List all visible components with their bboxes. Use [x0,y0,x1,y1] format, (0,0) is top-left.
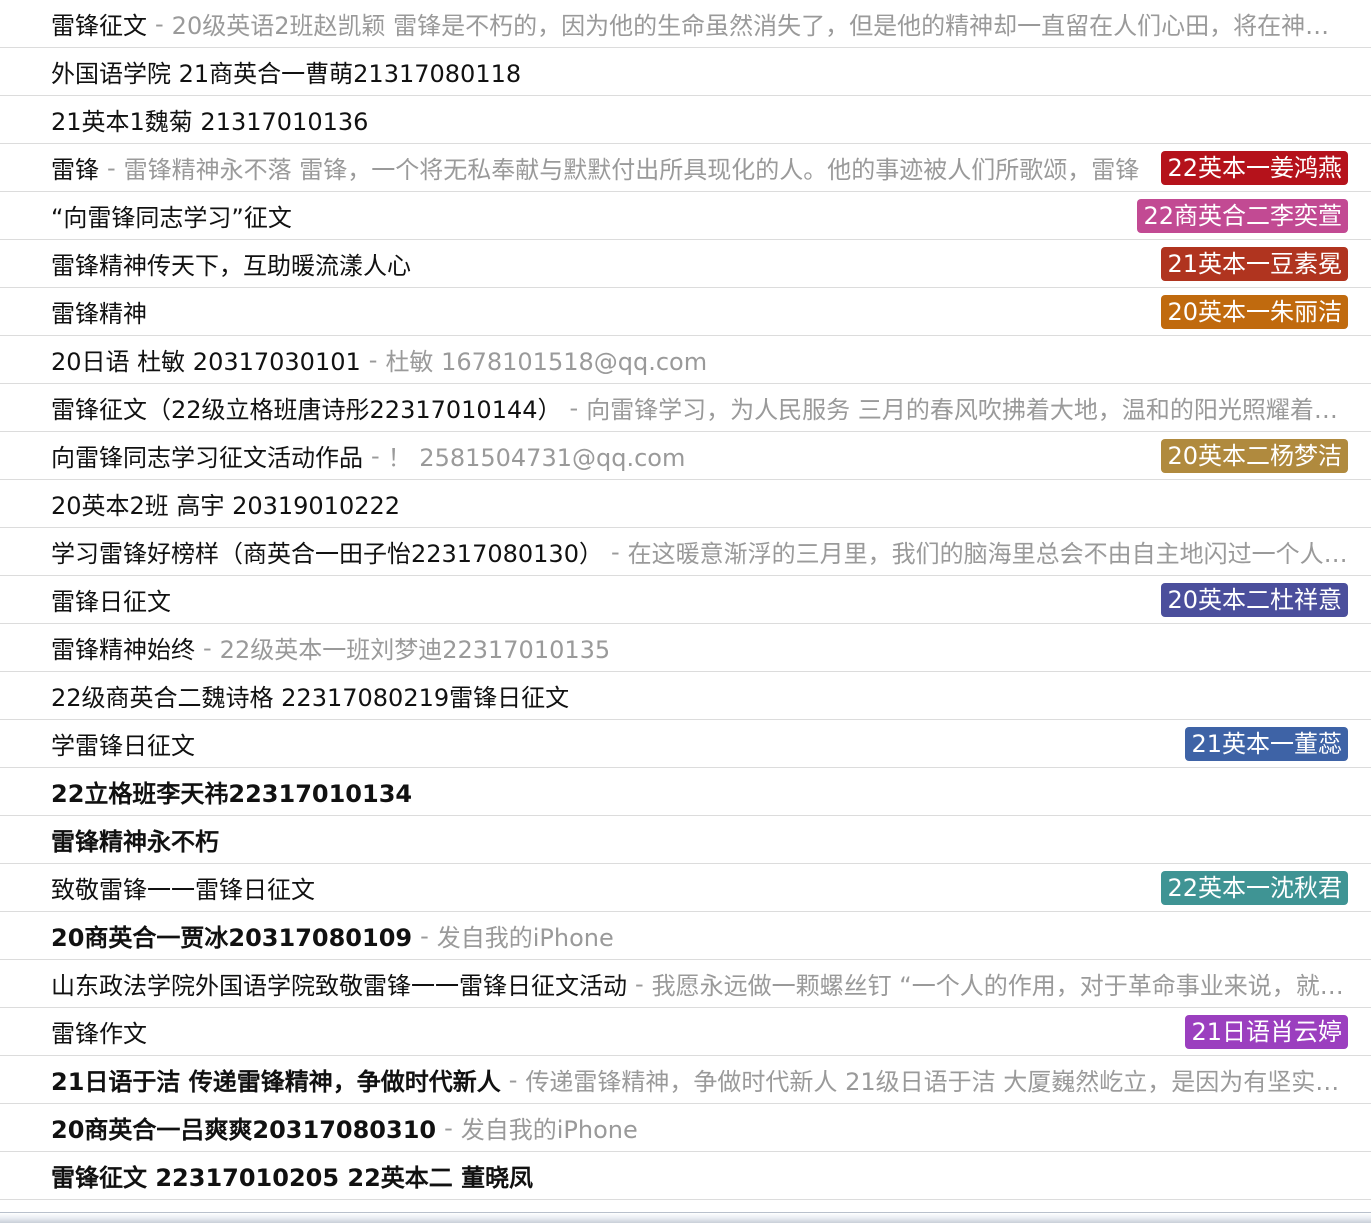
mail-row[interactable]: 22立格班李天祎22317010134 [0,768,1371,816]
mail-subject: 雷锋征文（22级立格班唐诗彤22317010144） [51,396,562,424]
mail-row[interactable]: 20日语 杜敏 20317030101- 杜敏 1678101518@qq.com [0,336,1371,384]
snippet-separator: - [155,9,164,38]
mail-snippet: ！ 2581504731@qq.com [387,444,686,472]
snippet-separator: - [371,441,380,470]
mail-row[interactable]: 雷锋征文（22级立格班唐诗彤22317010144） - 向雷锋学习，为人民服务 三… [0,384,1371,432]
mail-subject: “向雷锋同志学习”征文 [51,204,292,232]
mail-row[interactable]: 雷锋征文 -20级英语2班赵凯颖 雷锋是不朽的，因为他的生命虽然消失了，但是他的精… [0,0,1371,48]
mail-row[interactable]: “向雷锋同志学习”征文 22商英合二李奕萱 [0,192,1371,240]
mail-tag[interactable]: 22商英合二李奕萱 [1137,199,1348,233]
mail-subject: 学雷锋日征文 [51,732,195,760]
mail-subject: 致敬雷锋一一雷锋日征文 [51,876,315,904]
mail-snippet: 杜敏 1678101518@qq.com [385,348,708,376]
mail-tag[interactable]: 20英本一朱丽洁 [1161,295,1348,329]
mail-tag[interactable]: 20英本二杜祥意 [1161,583,1348,617]
snippet-separator: - [635,969,644,998]
mail-snippet: 向雷锋学习，为人民服务 三月的春风吹拂着大地，温和的阳光照耀着大地 [586,396,1351,424]
mail-tag[interactable]: 22英本一沈秋君 [1161,871,1348,905]
mail-subject: 雷锋精神 [51,300,147,328]
mail-subject: 21日语于洁 传递雷锋精神，争做时代新人 [51,1068,501,1096]
mail-snippet: 20级英语2班赵凯颖 雷锋是不朽的，因为他的生命虽然消失了，但是他的精神却一直留… [171,12,1351,40]
mail-row[interactable]: 山东政法学院外国语学院致敬雷锋一一雷锋日征文活动 - 我愿永远做一颗螺丝钉 “一个人… [0,960,1371,1008]
snippet-separator: - [444,1113,453,1142]
mail-subject: 学习雷锋好榜样（商英合一田子怡22317080130） [51,540,603,568]
mail-subject: 雷锋精神传天下，互助暖流漾人心 [51,252,411,280]
snippet-separator: - [508,1065,518,1094]
mail-row[interactable]: 21日语于洁 传递雷锋精神，争做时代新人 - 传递雷锋精神，争做时代新人 21级日语… [0,1056,1371,1104]
mail-tag[interactable]: 21日语肖云婷 [1185,1015,1348,1049]
mail-row[interactable]: 致敬雷锋一一雷锋日征文 22英本一沈秋君 [0,864,1371,912]
mail-row[interactable]: 雷锋日征文 20英本二杜祥意 [0,576,1371,624]
mail-row[interactable]: 22级商英合二魏诗格 22317080219雷锋日征文 [0,672,1371,720]
mail-subject: 外国语学院 21商英合一曹萌21317080118 [51,60,522,88]
mail-snippet: 发自我的iPhone [460,1116,638,1144]
mail-subject: 22立格班李天祎22317010134 [51,780,413,808]
mail-subject: 向雷锋同志学习征文活动作品 [51,444,363,472]
snippet-separator: - [107,153,116,182]
mail-snippet: 在这暖意渐浮的三月里，我们的脑海里总会不由自主地闪过一个人的身影 [627,540,1351,568]
mail-subject: 雷锋精神永不朽 [51,828,219,856]
mail-snippet: 发自我的iPhone [436,924,614,952]
mail-tag[interactable]: 21英本一董蕊 [1185,727,1348,761]
mail-row[interactable]: 雷锋征文 22317010205 22英本二 董晓凤 [0,1152,1371,1200]
mail-snippet: 传递雷锋精神，争做时代新人 21级日语于洁 大厦巍然屹立，是因为有坚实的基础 [525,1068,1351,1096]
mail-tag[interactable]: 21英本一豆素冕 [1161,247,1348,281]
mail-row[interactable]: 向雷锋同志学习征文活动作品 -！ 2581504731@qq.com 20英本二杨梦… [0,432,1371,480]
mail-row[interactable]: 学雷锋日征文 21英本一董蕊 [0,720,1371,768]
mail-snippet: 22级英本一班刘梦迪22317010135 [219,636,611,664]
mail-subject: 20日语 杜敏 20317030101 [51,348,361,376]
mail-subject: 20商英合一吕爽爽20317080310 [51,1116,437,1144]
mail-row[interactable]: 雷锋精神永不朽 [0,816,1371,864]
snippet-separator: - [368,345,378,374]
window-bottom-edge [0,1212,1371,1223]
snippet-separator: - [203,633,212,662]
mail-subject: 雷锋征文 [51,12,147,40]
mail-subject: 21英本1魏菊 21317010136 [51,108,369,136]
mail-subject: 雷锋作文 [51,1020,147,1048]
snippet-separator: - [610,537,620,566]
mail-row[interactable]: 雷锋作文 21日语肖云婷 [0,1008,1371,1056]
mail-row[interactable]: 学习雷锋好榜样（商英合一田子怡22317080130） - 在这暖意渐浮的三月里，我… [0,528,1371,576]
mail-tag[interactable]: 22英本一姜鸿燕 [1161,151,1348,185]
mail-subject: 20英本2班 高宇 20319010222 [51,492,401,520]
snippet-separator: - [420,921,429,950]
mail-row[interactable]: 雷锋精神始终 -22级英本一班刘梦迪22317010135 [0,624,1371,672]
mail-tag[interactable]: 20英本二杨梦洁 [1161,439,1348,473]
mail-row[interactable]: 20英本2班 高宇 20319010222 [0,480,1371,528]
mail-list: 雷锋征文 -20级英语2班赵凯颖 雷锋是不朽的，因为他的生命虽然消失了，但是他的精… [0,0,1371,1200]
mail-subject: 20商英合一贾冰20317080109 [51,924,413,952]
mail-subject: 雷锋日征文 [51,588,171,616]
mail-subject: 山东政法学院外国语学院致敬雷锋一一雷锋日征文活动 [51,972,627,1000]
mail-row[interactable]: 20商英合一贾冰20317080109- 发自我的iPhone [0,912,1371,960]
mail-subject: 雷锋 [51,156,99,184]
mail-subject: 22级商英合二魏诗格 22317080219雷锋日征文 [51,684,570,712]
mail-snippet: 我愿永远做一颗螺丝钉 “一个人的作用，对于革命事业来说，就如一架机器上的一颗螺丝… [651,972,1351,1000]
mail-row[interactable]: 20商英合一吕爽爽20317080310- 发自我的iPhone [0,1104,1371,1152]
mail-row[interactable]: 雷锋精神传天下，互助暖流漾人心 21英本一豆素冕 [0,240,1371,288]
mail-subject: 雷锋征文 22317010205 22英本二 董晓凤 [51,1164,534,1192]
snippet-separator: - [569,393,579,422]
mail-row[interactable]: 外国语学院 21商英合一曹萌21317080118 [0,48,1371,96]
mail-snippet: 雷锋精神永不落 雷锋，一个将无私奉献与默默付出所具现化的人。他的事迹被人们所歌颂… [123,156,1140,184]
mail-row[interactable]: 雷锋精神 20英本一朱丽洁 [0,288,1371,336]
mail-row[interactable]: 21英本1魏菊 21317010136 [0,96,1371,144]
mail-subject: 雷锋精神始终 [51,636,195,664]
mail-row[interactable]: 雷锋 - 雷锋精神永不落 雷锋，一个将无私奉献与默默付出所具现化的人。他的事迹被人们… [0,144,1371,192]
